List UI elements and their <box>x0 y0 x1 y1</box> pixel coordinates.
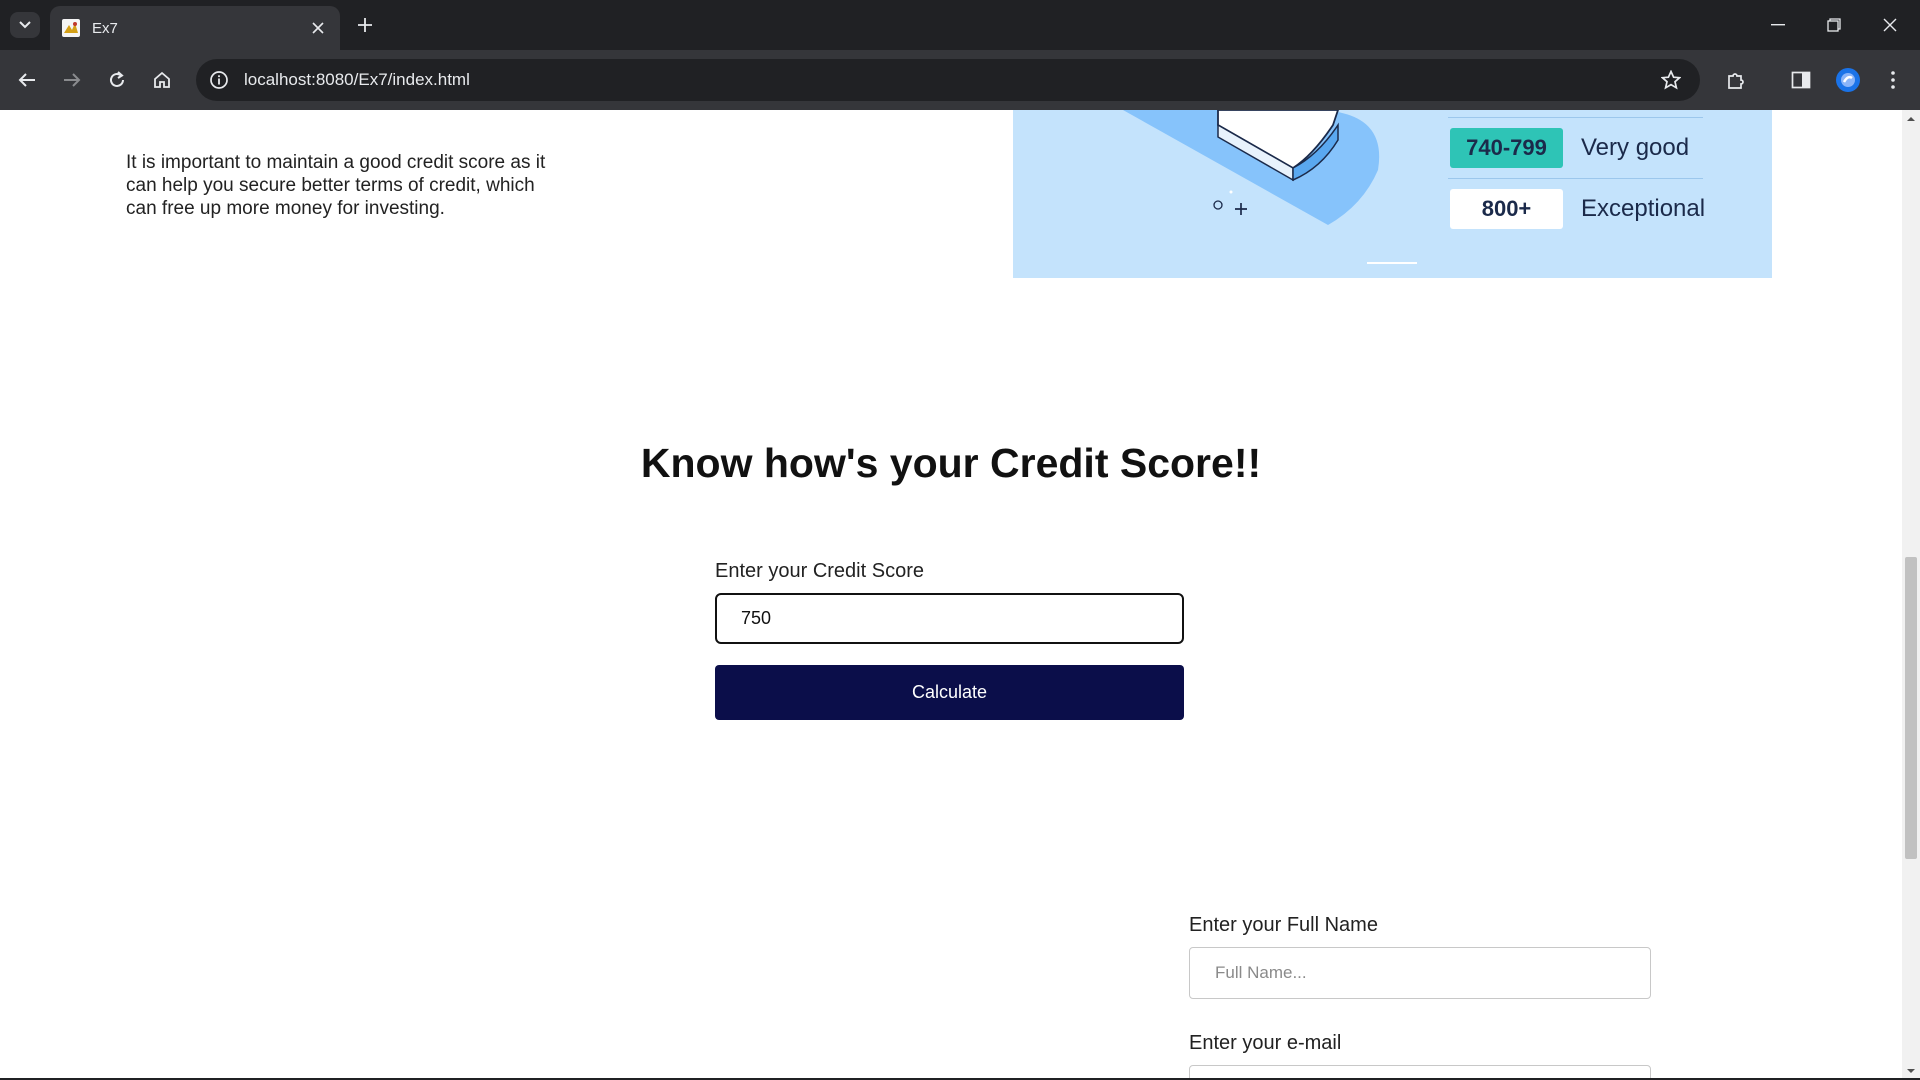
scroll-up-arrow-icon[interactable] <box>1906 114 1916 124</box>
credit-card-graphic <box>1123 110 1380 225</box>
tab-strip: Ex7 <box>0 0 1920 50</box>
close-icon <box>1883 18 1897 32</box>
home-button[interactable] <box>146 64 178 96</box>
avatar <box>1836 68 1860 92</box>
calculate-button[interactable]: Calculate <box>715 665 1184 720</box>
address-bar[interactable]: localhost:8080/Ex7/index.html <box>196 59 1700 101</box>
carousel-indicator[interactable] <box>1367 262 1417 264</box>
intro-text: It is important to maintain a good credi… <box>126 152 546 219</box>
favicon-icon <box>62 19 80 37</box>
reload-icon <box>110 71 124 87</box>
profile-button[interactable] <box>1832 64 1864 96</box>
score-range-row: 740-799 Very good <box>1450 128 1689 168</box>
side-panel-button[interactable] <box>1785 64 1817 96</box>
score-range-row: 800+ Exceptional <box>1450 189 1705 229</box>
close-window-button[interactable] <box>1868 8 1912 42</box>
tab-title: Ex7 <box>92 19 118 37</box>
arrow-left-icon <box>18 73 35 87</box>
score-range-label: Very good <box>1581 134 1690 161</box>
divider <box>1448 117 1703 118</box>
reload-button[interactable] <box>101 64 133 96</box>
back-button[interactable] <box>11 64 43 96</box>
email-label: Enter your e-mail <box>1189 1032 1342 1054</box>
score-range-badge: 800+ <box>1450 189 1563 229</box>
page-title: Know how's your Credit Score!! <box>640 440 1262 486</box>
side-panel-icon <box>1791 71 1811 89</box>
minimize-icon <box>1771 24 1785 26</box>
plus-icon <box>358 18 372 32</box>
chevron-down-icon <box>19 21 31 29</box>
url-text: localhost:8080/Ex7/index.html <box>244 70 470 89</box>
menu-button[interactable] <box>1877 64 1909 96</box>
page-viewport: It is important to maintain a good credi… <box>0 110 1902 1078</box>
browser-toolbar: localhost:8080/Ex7/index.html <box>0 50 1920 110</box>
credit-score-input[interactable] <box>715 593 1184 644</box>
full-name-input[interactable] <box>1189 947 1651 999</box>
tab-search-button[interactable] <box>10 12 40 38</box>
close-tab-icon[interactable] <box>306 16 330 40</box>
info-icon[interactable] <box>208 69 230 91</box>
arrow-right-icon <box>64 73 81 87</box>
page-scrollbar[interactable] <box>1902 110 1920 1080</box>
browser-tab[interactable]: Ex7 <box>50 6 340 50</box>
scroll-down-arrow-icon[interactable] <box>1906 1066 1916 1076</box>
credit-score-illustration: 740-799 Very good 800+ Exceptional <box>1013 110 1772 278</box>
full-name-label: Enter your Full Name <box>1189 914 1378 936</box>
new-tab-button[interactable] <box>350 11 380 39</box>
divider <box>1448 178 1703 179</box>
restore-icon <box>1827 18 1841 32</box>
puzzle-icon <box>1728 73 1744 89</box>
forward-button[interactable] <box>56 64 88 96</box>
scrollbar-thumb[interactable] <box>1905 557 1917 859</box>
extensions-button[interactable] <box>1720 64 1752 96</box>
home-icon <box>154 71 170 88</box>
bookmark-star-icon[interactable] <box>1656 65 1686 95</box>
restore-button[interactable] <box>1812 8 1856 42</box>
email-input[interactable] <box>1189 1065 1651 1078</box>
minimize-button[interactable] <box>1756 8 1800 42</box>
score-range-label: Exceptional <box>1581 195 1706 222</box>
score-range-badge: 740-799 <box>1450 128 1563 168</box>
credit-score-label: Enter your Credit Score <box>715 560 924 582</box>
kebab-menu-icon <box>1891 71 1895 89</box>
